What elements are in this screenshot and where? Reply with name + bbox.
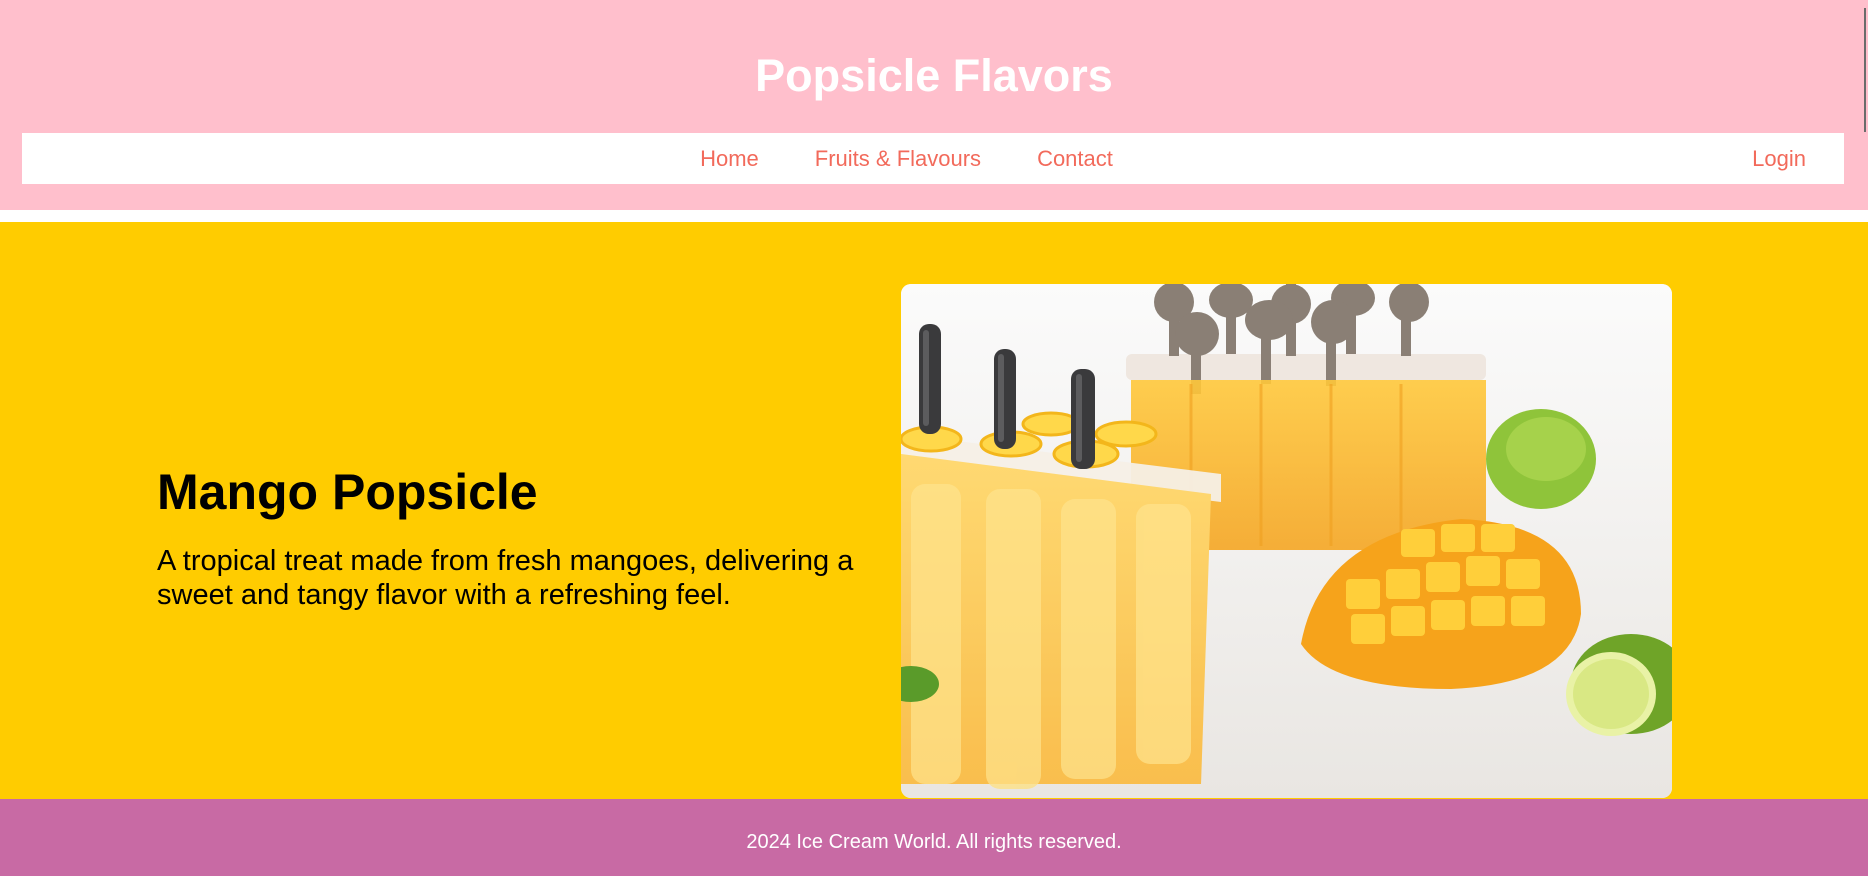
section-divider (0, 210, 1868, 222)
nav-link-fruits-flavours[interactable]: Fruits & Flavours (815, 133, 981, 184)
hero-section: Mango Popsicle A tropical treat made fro… (0, 222, 1868, 799)
mango-popsicle-photo-icon (901, 284, 1672, 798)
nav-links: Home Fruits & Flavours Contact (22, 133, 1844, 184)
nav-bar: Home Fruits & Flavours Contact Login (22, 133, 1844, 184)
site-title: Popsicle Flavors (755, 50, 1113, 101)
site-header: Popsicle Flavors Home Fruits & Flavours … (0, 0, 1868, 210)
page: Popsicle Flavors Home Fruits & Flavours … (0, 0, 1868, 876)
login-link[interactable]: Login (1752, 133, 1806, 184)
site-footer: 2024 Ice Cream World. All rights reserve… (0, 799, 1868, 876)
hero-description: A tropical treat made from fresh mangoes… (157, 545, 854, 611)
scrollbar[interactable] (1864, 8, 1866, 132)
footer-copyright: 2024 Ice Cream World. All rights reserve… (746, 831, 1122, 853)
mango-popsicle-image (901, 284, 1672, 798)
nav-link-contact[interactable]: Contact (1037, 133, 1113, 184)
nav-link-home[interactable]: Home (700, 133, 759, 184)
hero-title: Mango Popsicle (157, 464, 538, 520)
